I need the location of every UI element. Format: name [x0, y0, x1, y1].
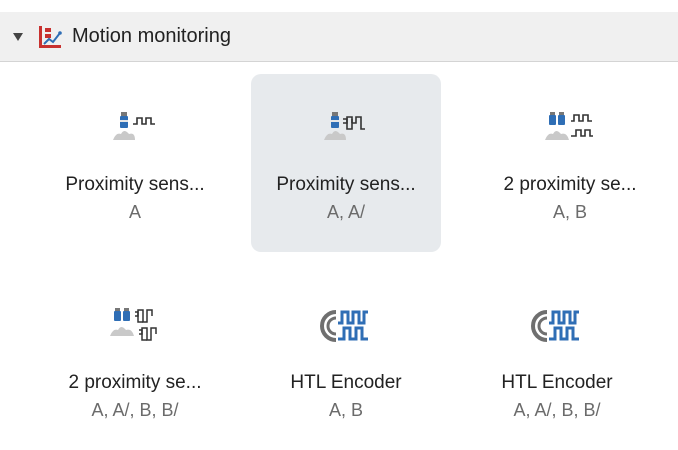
- device-tile-htl-encoder-a-b[interactable]: HTL Encoder A, B: [251, 272, 441, 450]
- tile-channels: A, B: [552, 202, 587, 222]
- tile-name: 2 proximity se...: [68, 372, 202, 393]
- proximity-sensor-single-icon: [40, 108, 230, 148]
- tile-name: HTL Encoder: [290, 372, 402, 393]
- two-proximity-sensors-icon: [475, 108, 665, 148]
- two-proximity-sensors-complement-icon: [40, 306, 230, 346]
- tile-channels: A, A/, B, B/: [513, 400, 601, 420]
- tile-name: HTL Encoder: [501, 372, 613, 393]
- tile-name: Proximity sens...: [65, 174, 205, 195]
- collapse-caret-icon[interactable]: [13, 32, 23, 41]
- section-title: Motion monitoring: [72, 25, 231, 47]
- htl-encoder-icon: [251, 306, 441, 346]
- tile-name: 2 proximity se...: [503, 174, 637, 195]
- device-tile-htl-encoder-a-a-b-b[interactable]: HTL Encoder A, A/, B, B/: [462, 272, 652, 450]
- tile-channels: A, B: [328, 400, 363, 420]
- proximity-sensor-complement-icon: [251, 108, 441, 148]
- device-tile-proximity-sensor-a[interactable]: Proximity sens... A: [40, 74, 230, 252]
- tile-channels: A, A/: [326, 202, 366, 222]
- tile-channels: A: [128, 202, 141, 222]
- device-tile-two-proximity-a-a-b-b[interactable]: 2 proximity se... A, A/, B, B/: [40, 272, 230, 450]
- tile-channels: A, A/, B, B/: [91, 400, 179, 420]
- tile-name: Proximity sens...: [276, 174, 416, 195]
- section-header[interactable]: Motion monitoring: [0, 12, 678, 62]
- htl-encoder-icon: [462, 306, 652, 346]
- device-tile-proximity-sensor-a-a-inv[interactable]: Proximity sens... A, A/: [251, 74, 441, 252]
- motion-monitoring-icon: [37, 24, 63, 50]
- device-tile-two-proximity-a-b[interactable]: 2 proximity se... A, B: [475, 74, 665, 252]
